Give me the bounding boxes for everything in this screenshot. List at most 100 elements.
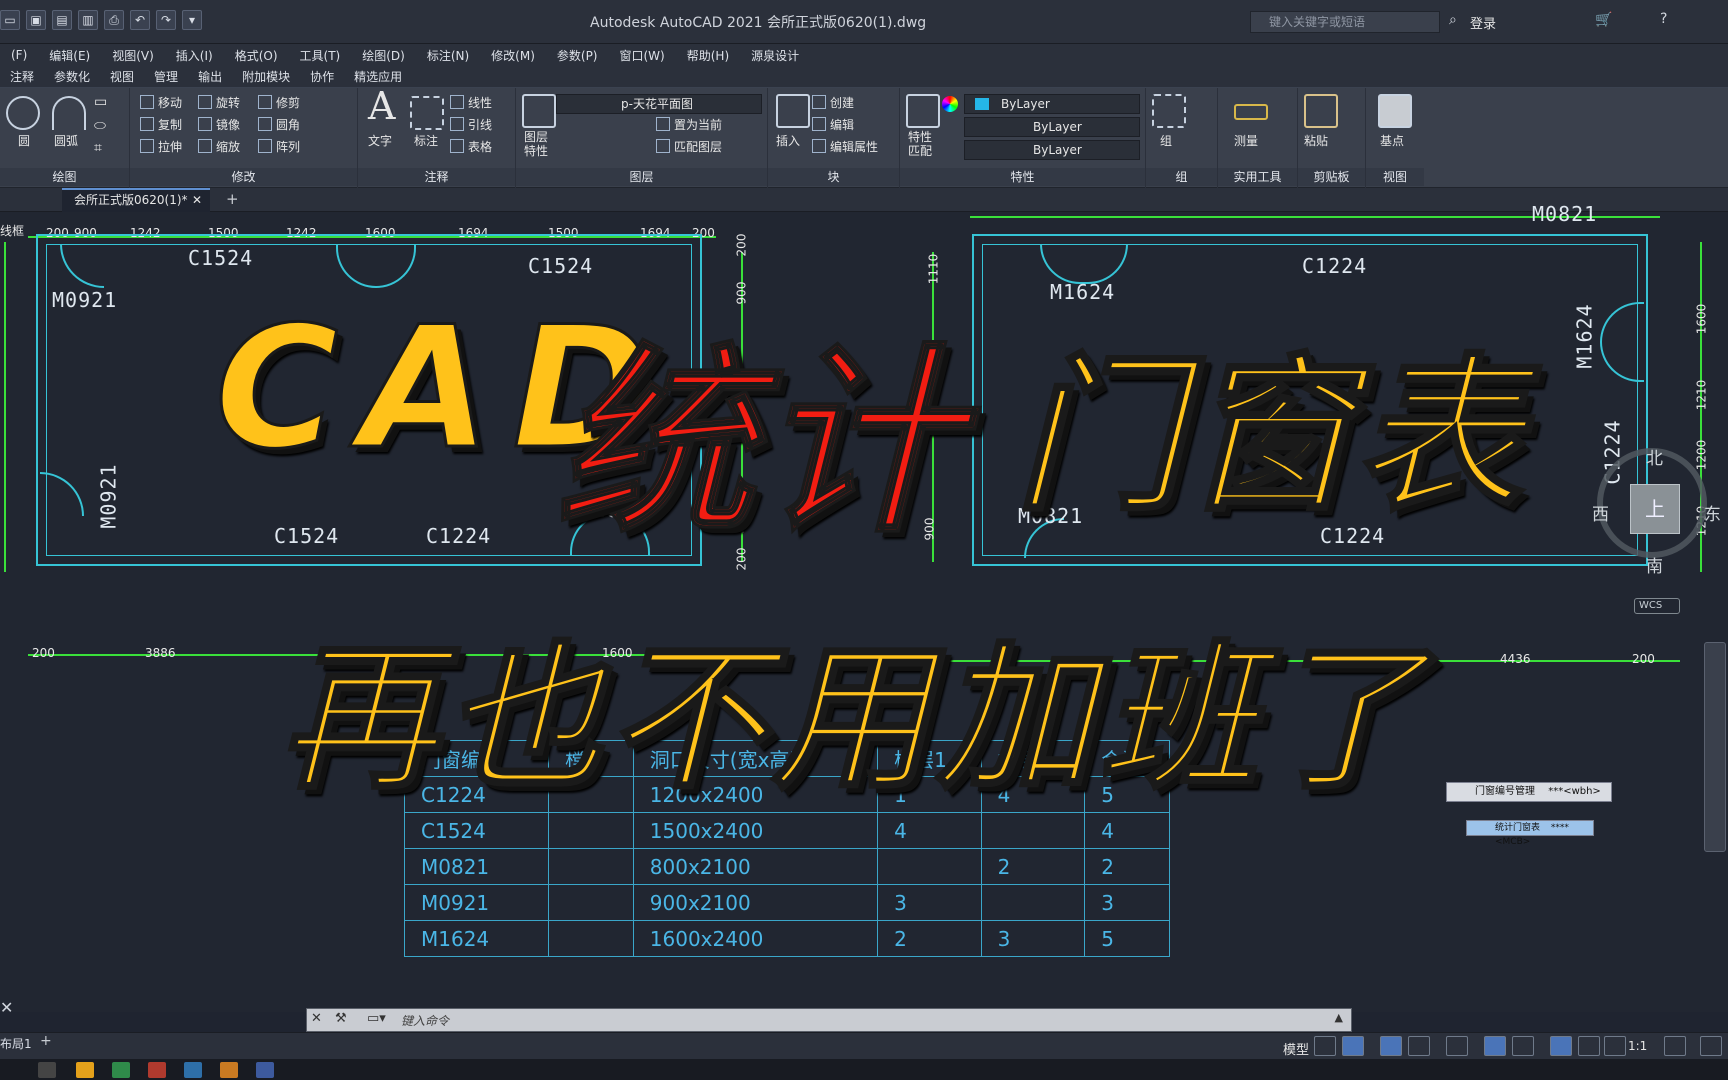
arc-icon[interactable] (52, 96, 86, 130)
navigation-bar[interactable] (1704, 642, 1726, 852)
layer-dropdown[interactable]: p-天花平面图 (556, 94, 762, 114)
trim-button[interactable]: 修剪 (258, 94, 300, 111)
menu-window[interactable]: 窗口(W) (609, 47, 676, 64)
scale-button[interactable]: 缩放 (198, 138, 240, 155)
panel-modify-title[interactable]: 修改 (130, 168, 357, 186)
model-space-button[interactable]: 模型 (1283, 1039, 1309, 1058)
grid-icon[interactable] (1314, 1036, 1336, 1056)
menu-yuanquan[interactable]: 源泉设计 (740, 47, 810, 64)
menu-modify[interactable]: 修改(M) (480, 47, 546, 64)
plot-icon[interactable]: ⎙ (104, 10, 124, 30)
add-layout-icon[interactable]: + (40, 1033, 52, 1049)
base-point-icon[interactable] (1378, 94, 1412, 128)
group-button-label[interactable]: 组 (1160, 132, 1172, 149)
document-tab-active[interactable]: 会所正式版0620(1)* ✕ (62, 188, 210, 212)
dimension-button-label[interactable]: 标注 (414, 132, 438, 149)
boundary-icon[interactable]: ⌗ (94, 140, 102, 156)
annotation-scale-value[interactable]: 1:1 (1628, 1039, 1647, 1053)
panel-layers-title[interactable]: 图层 (516, 168, 767, 186)
fillet-button[interactable]: 圆角 (258, 116, 300, 133)
publish-icon[interactable]: ▥ (78, 10, 98, 30)
insert-block-label[interactable]: 插入 (776, 132, 800, 149)
panel-annotation-title[interactable]: 注释 (358, 168, 515, 186)
polar-icon[interactable] (1408, 1036, 1430, 1056)
text-icon[interactable]: A (368, 84, 395, 128)
app-icon[interactable] (256, 1062, 274, 1078)
popup-door-window-table[interactable]: 统计门窗表 ****<MCB> (1466, 820, 1594, 847)
menu-draw[interactable]: 绘图(D) (351, 47, 416, 64)
taskview-icon[interactable] (38, 1062, 56, 1078)
menu-insert[interactable]: 插入(I) (165, 47, 224, 64)
app-icon[interactable] (220, 1062, 238, 1078)
redo-icon[interactable]: ↷ (156, 10, 176, 30)
search-input[interactable]: 键入关键字或短语 (1250, 11, 1440, 33)
rectangle-icon[interactable]: ▭ (94, 94, 107, 110)
array-button[interactable]: 阵列 (258, 138, 300, 155)
match-properties-icon[interactable] (906, 94, 940, 128)
tab-manage[interactable]: 管理 (144, 68, 188, 85)
menu-format[interactable]: 格式(O) (224, 47, 289, 64)
snap-icon[interactable] (1342, 1036, 1364, 1056)
menu-dimension[interactable]: 标注(N) (416, 47, 480, 64)
search-icon[interactable]: ⌕ (1449, 12, 1457, 28)
panel-block-title[interactable]: 块 (768, 168, 899, 186)
edit-attributes-button[interactable]: 编辑属性 (812, 138, 878, 155)
panel-properties-title[interactable]: 特性 (900, 168, 1145, 186)
color-dropdown[interactable]: ByLayer (964, 94, 1140, 114)
tab-view[interactable]: 视图 (100, 68, 144, 85)
command-history-chevron-icon[interactable]: ▲ (1335, 1011, 1343, 1024)
paste-icon[interactable] (1304, 94, 1338, 128)
customize-icon[interactable] (1700, 1036, 1722, 1056)
copy-button[interactable]: 复制 (140, 116, 182, 133)
table-button[interactable]: 表格 (450, 138, 492, 155)
measure-button-label[interactable]: 测量 (1234, 132, 1258, 149)
wcs-menu[interactable]: WCS (1634, 598, 1680, 614)
text-button-label[interactable]: 文字 (368, 132, 392, 149)
help-icon[interactable]: ? (1660, 11, 1667, 27)
edit-block-button[interactable]: 编辑 (812, 116, 854, 133)
group-icon[interactable] (1152, 94, 1186, 128)
close-tab-icon[interactable]: ✕ (192, 190, 202, 210)
panel-view-title[interactable]: 视图 (1366, 168, 1424, 186)
viewcube-west[interactable]: 西 (1592, 500, 1609, 525)
menu-file[interactable]: (F) (0, 48, 38, 62)
settings-gear-icon[interactable] (1664, 1036, 1686, 1056)
tab-addins[interactable]: 附加模块 (232, 68, 300, 85)
measure-icon[interactable] (1234, 104, 1268, 120)
tab-annotate[interactable]: 注释 (0, 68, 44, 85)
save-as-icon[interactable]: ▤ (52, 10, 72, 30)
color-wheel-icon[interactable] (942, 96, 958, 112)
panel-draw-title[interactable]: 绘图 (0, 168, 129, 186)
insert-block-icon[interactable] (776, 94, 810, 128)
dimension-icon[interactable] (410, 96, 444, 130)
close-cmd-icon[interactable]: ✕ (311, 1011, 322, 1026)
menu-tools[interactable]: 工具(T) (289, 47, 352, 64)
match-properties-label[interactable]: 特性 匹配 (908, 130, 932, 158)
tab-output[interactable]: 输出 (188, 68, 232, 85)
viewcube-south[interactable]: 南 (1646, 552, 1663, 577)
layer-properties-label[interactable]: 图层 特性 (524, 130, 548, 158)
base-point-label[interactable]: 基点 (1380, 132, 1404, 149)
annotation-visibility-icon[interactable] (1550, 1036, 1572, 1056)
customize-chevron-icon[interactable]: ▾ (182, 10, 202, 30)
autoscale-icon[interactable] (1578, 1036, 1600, 1056)
save-icon[interactable]: ▣ (26, 10, 46, 30)
isodraft-icon[interactable] (1446, 1036, 1468, 1056)
undo-icon[interactable]: ↶ (130, 10, 150, 30)
draw-circle-label[interactable]: 圆 (18, 132, 30, 149)
app-icon[interactable] (184, 1062, 202, 1078)
command-input[interactable]: 键入命令 (401, 1012, 449, 1029)
layer-properties-icon[interactable] (522, 94, 556, 128)
popup-door-window-numbering[interactable]: 门窗编号管理 ***<wbh> (1446, 782, 1612, 802)
tab-parametric[interactable]: 参数化 (44, 68, 100, 85)
viewcube-top-face[interactable]: 上 (1630, 484, 1680, 534)
menu-edit[interactable]: 编辑(E) (38, 47, 101, 64)
wrench-icon[interactable]: ⚒ (335, 1011, 347, 1026)
command-line[interactable]: ✕ ⚒ ▭▾ 键入命令 ▲ (306, 1008, 1352, 1032)
panel-groups-title[interactable]: 组 (1146, 168, 1217, 186)
linear-button[interactable]: 线性 (450, 94, 492, 111)
draw-arc-label[interactable]: 圆弧 (54, 132, 78, 149)
move-button[interactable]: 移动 (140, 94, 182, 111)
hatch-icon[interactable]: ⬭ (94, 118, 106, 134)
tab-featured-apps[interactable]: 精选应用 (344, 68, 412, 85)
